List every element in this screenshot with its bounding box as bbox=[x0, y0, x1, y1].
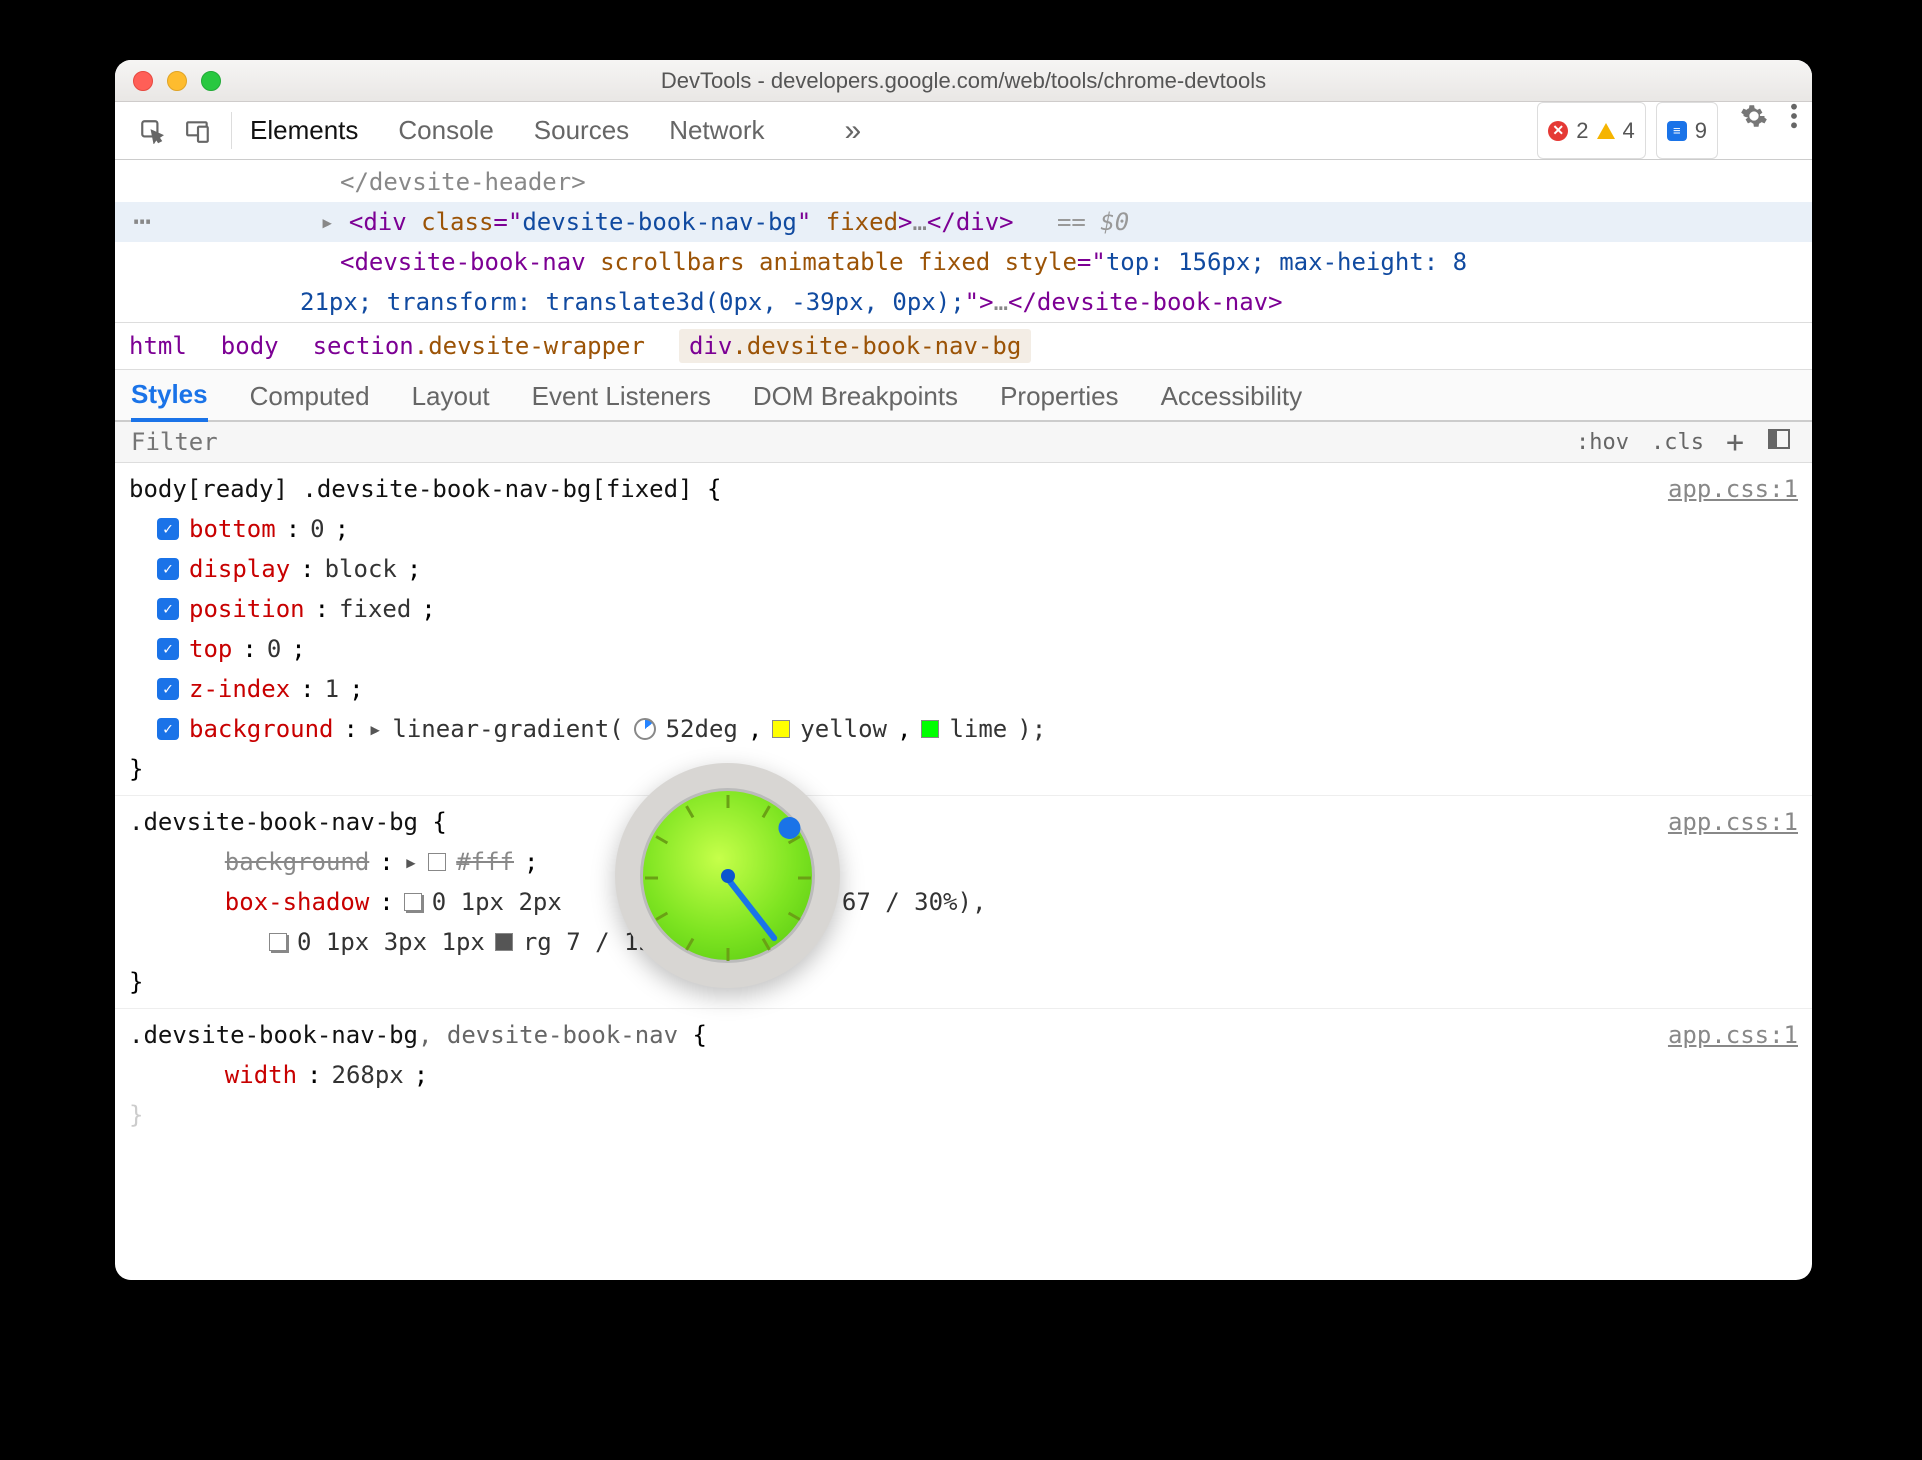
shadow-swatch-icon[interactable] bbox=[269, 933, 287, 951]
checkbox-icon[interactable] bbox=[157, 638, 179, 660]
checkbox-icon[interactable] bbox=[157, 518, 179, 540]
subtab-properties[interactable]: Properties bbox=[1000, 381, 1119, 420]
style-rule: app.css:1 .devsite-book-nav-bg { backgro… bbox=[115, 796, 1812, 1009]
color-swatch-icon[interactable] bbox=[495, 933, 513, 951]
cls-toggle[interactable]: .cls bbox=[1651, 430, 1704, 455]
color-swatch-icon[interactable] bbox=[772, 720, 790, 738]
issues-pill[interactable]: ≡9 bbox=[1656, 102, 1718, 159]
elements-tree[interactable]: </devsite-header> ⋯ ▸ <div class="devsit… bbox=[115, 160, 1812, 322]
angle-swatch-icon[interactable] bbox=[634, 718, 656, 740]
filter-row: :hov .cls + bbox=[115, 422, 1812, 463]
checkbox-icon[interactable] bbox=[157, 598, 179, 620]
subtab-accessibility[interactable]: Accessibility bbox=[1161, 381, 1303, 420]
style-rule: app.css:1 body[ready] .devsite-book-nav-… bbox=[115, 463, 1812, 796]
breadcrumb-item: section.devsite-wrapper bbox=[313, 332, 645, 360]
subtab-dom-breakpoints[interactable]: DOM Breakpoints bbox=[753, 381, 958, 420]
tab-console[interactable]: Console bbox=[398, 115, 493, 146]
styles-filter-input[interactable] bbox=[115, 422, 1556, 462]
angle-clock-popover[interactable] bbox=[615, 763, 840, 988]
subtab-computed[interactable]: Computed bbox=[250, 381, 370, 420]
inspect-icon[interactable] bbox=[129, 102, 175, 159]
subtab-event-listeners[interactable]: Event Listeners bbox=[532, 381, 711, 420]
tree-row: </devsite-header> bbox=[115, 162, 1812, 202]
titlebar: DevTools - developers.google.com/web/too… bbox=[115, 60, 1812, 102]
breadcrumb[interactable]: html body section.devsite-wrapper div.de… bbox=[115, 322, 1812, 370]
main-toolbar: Elements Console Sources Network » ✕2 4 … bbox=[115, 102, 1812, 160]
console-errors-pill[interactable]: ✕2 4 bbox=[1537, 102, 1646, 159]
tab-network[interactable]: Network bbox=[669, 115, 764, 146]
settings-icon[interactable] bbox=[1740, 102, 1768, 159]
style-rule: app.css:1 .devsite-book-nav-bg, devsite-… bbox=[115, 1009, 1812, 1141]
styles-subtabs: Styles Computed Layout Event Listeners D… bbox=[115, 370, 1812, 422]
angle-clock-face bbox=[640, 788, 815, 963]
device-toggle-icon[interactable] bbox=[175, 102, 221, 159]
color-swatch-icon[interactable] bbox=[428, 853, 446, 871]
tab-elements[interactable]: Elements bbox=[250, 115, 358, 146]
checkbox-icon[interactable] bbox=[157, 718, 179, 740]
tree-row-selected: ⋯ ▸ <div class="devsite-book-nav-bg" fix… bbox=[115, 202, 1812, 242]
subtab-layout[interactable]: Layout bbox=[412, 381, 490, 420]
tree-row: 21px; transform: translate3d(0px, -39px,… bbox=[115, 282, 1812, 322]
shadow-swatch-icon[interactable] bbox=[404, 893, 422, 911]
tabs-overflow-icon[interactable]: » bbox=[845, 114, 862, 148]
breadcrumb-item: body bbox=[221, 332, 279, 360]
window-title: DevTools - developers.google.com/web/too… bbox=[115, 68, 1812, 94]
overflow-icon[interactable]: ⋯ bbox=[133, 202, 151, 242]
issues-icon: ≡ bbox=[1667, 121, 1687, 141]
breadcrumb-item: html bbox=[129, 332, 187, 360]
hov-toggle[interactable]: :hov bbox=[1576, 430, 1629, 455]
devtools-window: DevTools - developers.google.com/web/too… bbox=[115, 60, 1812, 1280]
error-icon: ✕ bbox=[1548, 121, 1568, 141]
tab-sources[interactable]: Sources bbox=[534, 115, 629, 146]
color-swatch-icon[interactable] bbox=[921, 720, 939, 738]
checkbox-icon[interactable] bbox=[157, 678, 179, 700]
source-link[interactable]: app.css:1 bbox=[1668, 1015, 1798, 1055]
warning-icon bbox=[1597, 123, 1615, 139]
source-link[interactable]: app.css:1 bbox=[1668, 802, 1798, 842]
subtab-styles[interactable]: Styles bbox=[131, 379, 208, 422]
more-options-icon[interactable] bbox=[1790, 102, 1798, 159]
expand-icon[interactable]: ▸ bbox=[368, 709, 382, 749]
toggle-sidebar-icon[interactable] bbox=[1766, 426, 1792, 458]
tree-row: <devsite-book-nav scrollbars animatable … bbox=[115, 242, 1812, 282]
style-rules: app.css:1 body[ready] .devsite-book-nav-… bbox=[115, 463, 1812, 1141]
source-link[interactable]: app.css:1 bbox=[1668, 469, 1798, 509]
main-tabs: Elements Console Sources Network » bbox=[250, 102, 861, 159]
new-style-rule-icon[interactable]: + bbox=[1726, 425, 1744, 460]
breadcrumb-item-active: div.devsite-book-nav-bg bbox=[679, 329, 1031, 363]
checkbox-icon[interactable] bbox=[157, 558, 179, 580]
